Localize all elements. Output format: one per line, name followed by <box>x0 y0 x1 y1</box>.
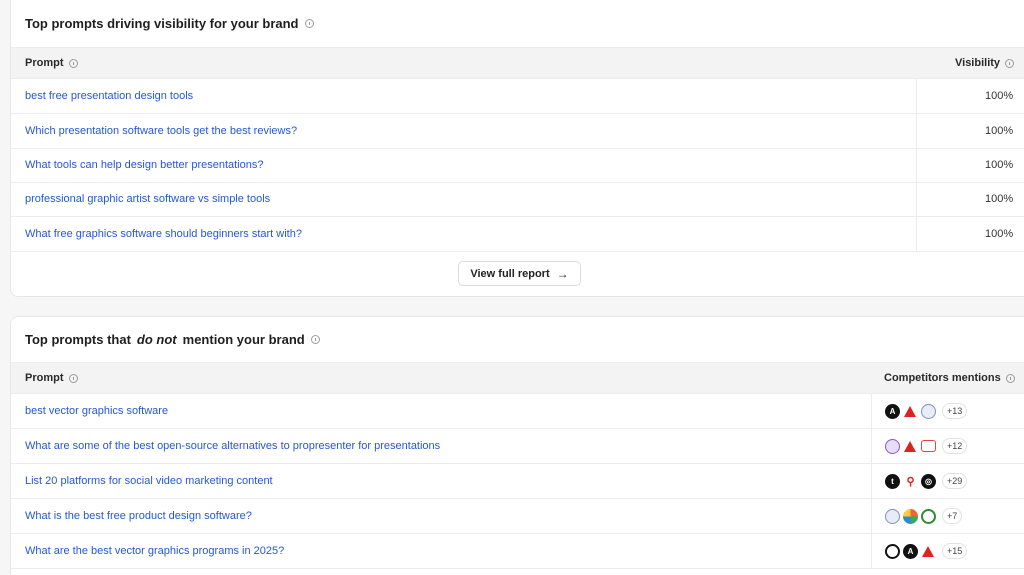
button-label: View full report <box>470 267 550 280</box>
column-header-label: Prompt <box>25 57 64 69</box>
more-competitors-badge[interactable]: +7 <box>942 508 963 524</box>
red-triangle-logo-icon <box>903 404 918 419</box>
more-competitors-badge[interactable]: +13 <box>942 403 968 419</box>
table-row: best vector graphics software A +13 <box>11 394 1024 429</box>
prompt-link[interactable]: What are the best vector graphics progra… <box>25 545 284 557</box>
table-row: Which presentation software tools get th… <box>11 114 1024 149</box>
red-triangle-logo-icon <box>903 439 918 454</box>
no-mention-card-title: Top prompts that do not mention your bra… <box>25 332 320 347</box>
tumblr-logo-icon: t <box>885 473 900 489</box>
column-header-prompt[interactable]: Prompt <box>25 57 78 69</box>
multicolor-logo-icon <box>903 508 918 524</box>
column-header-visibility[interactable]: Visibility <box>955 57 1015 69</box>
red-triangle-logo-icon <box>921 544 936 559</box>
column-header-label: Visibility <box>955 57 1001 69</box>
table-header: Prompt Visibility <box>11 47 1024 79</box>
table-row: best free presentation design tools 100% <box>11 79 1024 114</box>
column-header-label: Competitors mentions <box>884 372 1001 384</box>
black-a-logo-icon: A <box>885 403 900 419</box>
prompt-link[interactable]: professional graphic artist software vs … <box>25 193 270 205</box>
globe-logo-icon <box>921 403 936 419</box>
competitors-cell[interactable]: +7 <box>871 499 1024 533</box>
black-circle-logo-icon: ◎ <box>921 473 936 489</box>
info-icon[interactable] <box>1005 58 1015 68</box>
competitors-cell[interactable]: +12 <box>871 429 1024 463</box>
black-a-logo-icon: A <box>903 543 918 559</box>
visibility-value: 100% <box>985 193 1014 205</box>
table-row: List 20 platforms for social video marke… <box>11 464 1024 499</box>
table-row: What are some of the best open-source al… <box>11 429 1024 464</box>
view-full-report-button[interactable]: View full report → <box>458 261 581 286</box>
card-title-text: mention your brand <box>182 332 305 347</box>
prompt-link[interactable]: What are some of the best open-source al… <box>25 440 440 452</box>
no-mention-card: Top prompts that do not mention your bra… <box>10 316 1024 575</box>
info-icon[interactable] <box>68 58 78 68</box>
visibility-value: 100% <box>985 228 1014 240</box>
table-row: professional graphic artist software vs … <box>11 182 1024 217</box>
table-row: What tools can help design better presen… <box>11 148 1024 183</box>
table-row: What is the best free product design sof… <box>11 499 1024 534</box>
info-icon[interactable] <box>68 373 78 383</box>
competitors-cell[interactable]: A +15 <box>871 534 1024 568</box>
prompt-link[interactable]: List 20 platforms for social video marke… <box>25 475 273 487</box>
table-row: What free graphics software should begin… <box>11 217 1024 252</box>
column-header-label: Prompt <box>25 372 64 384</box>
visibility-card: Top prompts driving visibility for your … <box>10 0 1024 297</box>
prompt-link[interactable]: What free graphics software should begin… <box>25 228 302 240</box>
ring-logo-icon <box>885 543 900 559</box>
table-header: Prompt Competitors mentions <box>11 362 1024 394</box>
prompt-link[interactable]: What is the best free product design sof… <box>25 510 252 522</box>
purple-circle-logo-icon <box>885 438 900 454</box>
visibility-value: 100% <box>985 125 1014 137</box>
more-competitors-badge[interactable]: +12 <box>942 438 968 454</box>
competitors-cell[interactable]: A +13 <box>871 394 1024 428</box>
info-icon[interactable] <box>304 19 314 28</box>
card-title-emphasis: do not <box>136 332 177 347</box>
column-header-prompt[interactable]: Prompt <box>25 372 78 384</box>
globe-logo-icon <box>885 508 900 524</box>
chat-bubble-logo-icon <box>921 440 936 452</box>
prompt-link[interactable]: best free presentation design tools <box>25 90 193 102</box>
column-header-competitors[interactable]: Competitors mentions <box>884 372 1015 384</box>
prompt-link[interactable]: What tools can help design better presen… <box>25 159 263 171</box>
table-row: What are the best vector graphics progra… <box>11 534 1024 569</box>
prompt-link[interactable]: Which presentation software tools get th… <box>25 125 297 137</box>
more-competitors-badge[interactable]: +29 <box>942 473 968 489</box>
info-icon[interactable] <box>1005 373 1015 383</box>
visibility-card-title: Top prompts driving visibility for your … <box>25 16 314 31</box>
arrow-right-icon: → <box>556 266 569 281</box>
pin-logo-icon: ⚲ <box>906 475 915 488</box>
green-ring-logo-icon <box>921 508 936 524</box>
card-title-text: Top prompts that <box>25 332 131 347</box>
competitors-cell[interactable]: t ⚲ ◎ +29 <box>871 464 1024 498</box>
info-icon[interactable] <box>310 335 320 344</box>
visibility-value: 100% <box>985 90 1014 102</box>
prompt-link[interactable]: best vector graphics software <box>25 405 168 417</box>
more-competitors-badge[interactable]: +15 <box>942 543 968 559</box>
visibility-value: 100% <box>985 159 1014 171</box>
card-title-text: Top prompts driving visibility for your … <box>25 16 299 31</box>
